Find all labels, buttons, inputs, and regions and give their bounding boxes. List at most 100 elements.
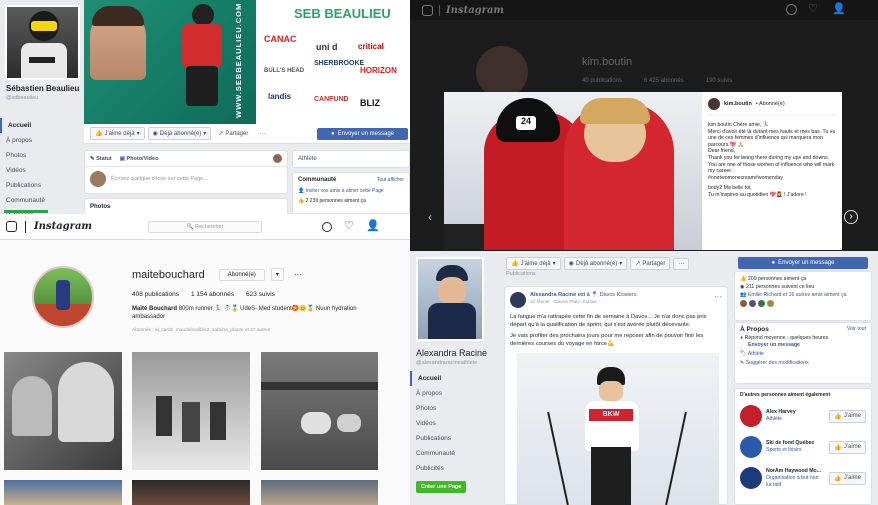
- avatar[interactable]: [273, 154, 282, 163]
- ig-header: Instagram 🔍 Rechercher ♡ 👤: [0, 214, 410, 240]
- more-button[interactable]: ···: [255, 129, 269, 139]
- like-page-button[interactable]: 👍 J'aime: [829, 409, 866, 423]
- instagram-logo-icon[interactable]: [422, 4, 433, 16]
- grid-post-3[interactable]: [261, 352, 378, 470]
- see-all-link[interactable]: Voir tout: [847, 326, 866, 333]
- composer-card: ✎ Statut ▣ Photo/Vidéo Écrivez quelque c…: [84, 150, 288, 194]
- nav-item-0[interactable]: Accueil: [410, 371, 500, 386]
- avatar[interactable]: [758, 300, 765, 307]
- nav-item-3[interactable]: Vidéos: [410, 416, 500, 431]
- instagram-wordmark[interactable]: Instagram: [34, 221, 92, 232]
- profile-icon[interactable]: 👤: [366, 219, 380, 232]
- send-message-link[interactable]: Envoyer un message: [740, 342, 866, 349]
- nav-item-4[interactable]: Publications: [0, 178, 80, 193]
- action-bar: 👍 J'aime déjà ▾ ◉ Déjà abonné(e) ▾ ↗ Partager…: [506, 255, 878, 272]
- nav-item-6[interactable]: Publicités: [410, 461, 500, 476]
- explore-icon[interactable]: [786, 4, 797, 15]
- thumb-icon: 👍: [95, 131, 103, 137]
- more-button[interactable]: ···: [673, 257, 690, 270]
- status-tab[interactable]: ✎ Statut: [90, 156, 112, 162]
- nav-item-3[interactable]: Vidéos: [0, 163, 80, 178]
- cover-photo[interactable]: WWW.SEBBEAULIEU.COM SEB BEAULIEU CANAC uni…: [84, 0, 410, 124]
- share-button[interactable]: ↗ Partager: [630, 257, 671, 270]
- avatar[interactable]: [767, 300, 774, 307]
- like-page-button[interactable]: 👍 J'aime: [829, 440, 866, 454]
- photos-card: Photos: [84, 198, 288, 214]
- follow-button[interactable]: ◉ Déjà abonné(e) ▾: [147, 127, 212, 140]
- like-button[interactable]: 👍 J'aime déjà ▾: [90, 127, 145, 140]
- nav-item-0[interactable]: Accueil: [0, 118, 80, 133]
- grid-post-5[interactable]: [132, 480, 250, 505]
- instagram-wordmark[interactable]: Instagram: [446, 5, 504, 16]
- search-input[interactable]: 🔍 Rechercher: [148, 221, 262, 233]
- banner-url: WWW.SEBBEAULIEU.COM: [234, 2, 243, 118]
- sidebar-about: À Propos Voir tout ● Répond moyenne : que…: [734, 322, 872, 384]
- nav-item-2[interactable]: Photos: [410, 401, 500, 416]
- more-options-icon[interactable]: ···: [294, 270, 302, 279]
- page-avatar[interactable]: [740, 436, 762, 458]
- see-all-link[interactable]: Tout afficher: [377, 177, 404, 183]
- profile-picture[interactable]: [416, 257, 484, 341]
- thumb-icon: 👍: [511, 261, 519, 267]
- follow-button[interactable]: Abonné(e): [218, 268, 265, 281]
- next-arrow-icon[interactable]: ›: [844, 210, 858, 224]
- nav-item-4[interactable]: Publications: [410, 431, 500, 446]
- grid-post-2[interactable]: [132, 352, 250, 470]
- post-image[interactable]: 24: [444, 92, 702, 250]
- invite-link[interactable]: Inviter vos amis à aimer cette Page: [306, 188, 384, 194]
- sidebar-community: Communauté Tout afficher 👤 Inviter vos am…: [292, 172, 410, 214]
- post-card: Alexandra Racine est à 📍 Davos Klosters.…: [504, 286, 728, 505]
- nav-item-1[interactable]: À propos: [0, 133, 80, 148]
- section-label: Publications: [506, 271, 536, 277]
- instagram-logo-icon[interactable]: [6, 221, 17, 232]
- sponsor-logo-7: landis: [268, 92, 292, 101]
- follow-icon: ◉: [740, 284, 745, 290]
- like-page-button[interactable]: 👍 J'aime: [829, 471, 866, 485]
- prev-arrow-icon[interactable]: ‹: [428, 210, 432, 224]
- panel-fb-beaulieu: Sébastien Beaulieu @sdbeaulieu Accueil À …: [0, 0, 410, 214]
- chevron-down-icon: ▾: [619, 261, 623, 267]
- like-button[interactable]: 👍 J'aime déjà ▾: [506, 257, 561, 270]
- messenger-icon: ●: [331, 130, 335, 137]
- thumb-icon: 👍: [834, 413, 842, 420]
- suggested-page: Ski de fond Québec Sports et loisirs 👍 J'ai…: [740, 434, 866, 460]
- photo-video-tab[interactable]: ▣ Photo/Vidéo: [120, 156, 159, 162]
- post-sidebar: kim.boutin • Abonné(e) kim.boutin Chère …: [702, 92, 842, 250]
- invite-icon: 👤: [298, 188, 305, 194]
- send-message-button[interactable]: ● Envoyer un message: [317, 127, 408, 140]
- avatar[interactable]: [740, 300, 747, 307]
- thumb-icon: 👍: [740, 276, 747, 282]
- post-input[interactable]: Écrivez quelque chose sur cette Page...: [111, 176, 208, 182]
- pencil-icon: ✎: [90, 155, 95, 162]
- profile-icon[interactable]: 👤: [832, 2, 846, 15]
- grid-post-4[interactable]: [4, 480, 122, 505]
- profile-picture[interactable]: [5, 5, 80, 80]
- avatar[interactable]: [510, 292, 526, 308]
- pencil-icon: ✎: [740, 360, 745, 366]
- sponsor-logo-2: uni d: [316, 42, 338, 52]
- nav-item-1[interactable]: À propos: [410, 386, 500, 401]
- explore-icon[interactable]: [322, 222, 332, 232]
- dropdown-button[interactable]: ▾: [270, 268, 284, 281]
- grid-post-1[interactable]: [4, 352, 122, 470]
- heart-icon[interactable]: ♡: [344, 219, 354, 232]
- send-message-button[interactable]: ● Envoyer un message: [738, 257, 868, 269]
- grid-post-6[interactable]: [261, 480, 378, 505]
- post-photo[interactable]: BKW: [517, 353, 719, 505]
- page-avatar[interactable]: [740, 467, 762, 489]
- avatar[interactable]: [749, 300, 756, 307]
- create-page-button[interactable]: Créer une Page: [416, 481, 467, 493]
- heart-icon[interactable]: ♡: [808, 2, 818, 15]
- follow-button[interactable]: ◉ Déjà abonné(e) ▾: [563, 257, 628, 270]
- share-button[interactable]: ↗ Partager: [214, 128, 252, 139]
- nav-item-5[interactable]: Communauté: [0, 193, 80, 208]
- profile-avatar[interactable]: [32, 266, 94, 328]
- caption-line: Tu m'inspires au quotidien 💖💆‍♀️ ! J'ado…: [708, 191, 807, 198]
- ig-header: Instagram ♡ 👤: [410, 0, 878, 20]
- thumb-icon: 👍: [298, 198, 305, 204]
- nav-item-2[interactable]: Photos: [0, 148, 80, 163]
- page-avatar[interactable]: [740, 405, 762, 427]
- nav-item-5[interactable]: Communauté: [410, 446, 500, 461]
- avatar[interactable]: [708, 98, 720, 110]
- more-options-icon[interactable]: ···: [714, 292, 722, 301]
